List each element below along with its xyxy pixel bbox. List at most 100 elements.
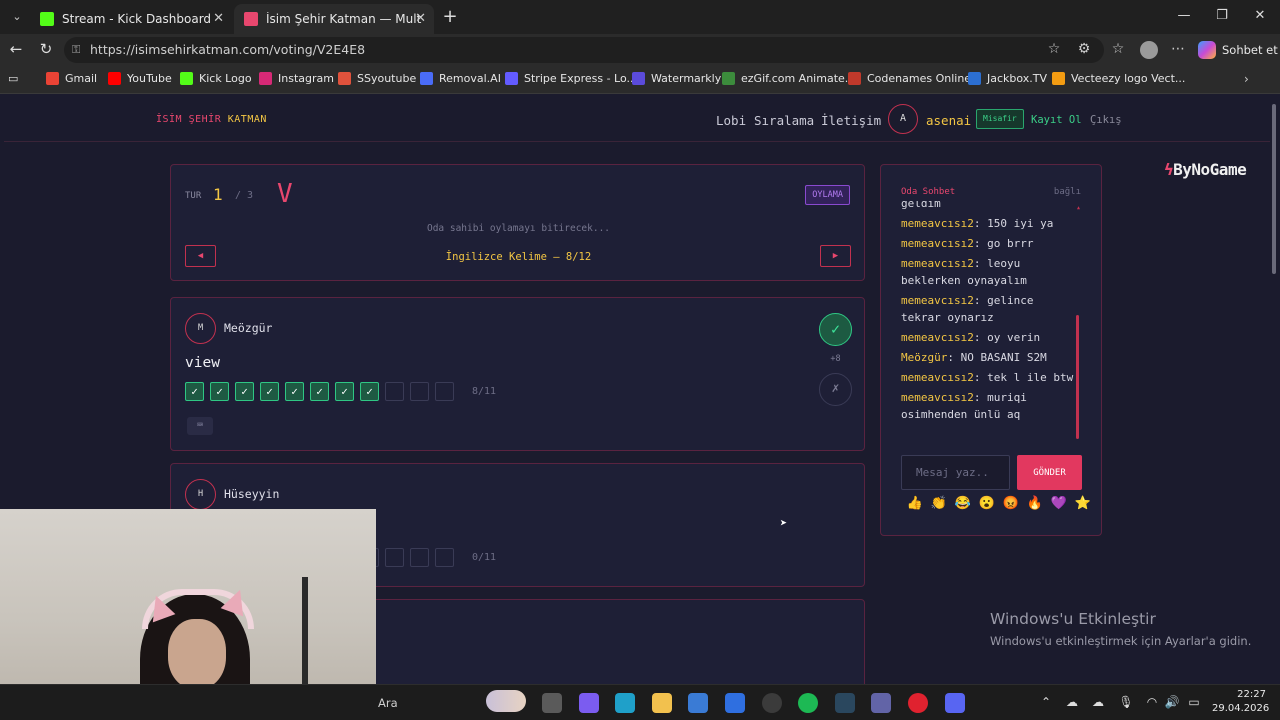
teams-icon[interactable] bbox=[871, 693, 892, 713]
bookmark-instagram[interactable]: Instagram bbox=[259, 72, 334, 85]
copilot-app-icon[interactable] bbox=[578, 693, 599, 713]
register-link[interactable]: Kayıt Ol bbox=[1031, 114, 1082, 126]
bynogame-logo[interactable]: ϟByNoGame bbox=[1164, 160, 1247, 179]
chat-scrollbar[interactable] bbox=[1076, 315, 1079, 439]
address-bar[interactable]: ⚿ https://isimsehirkatman.com/voting/V2E… bbox=[64, 37, 1104, 63]
copilot-button[interactable]: Sohbet et bbox=[1198, 39, 1278, 61]
tab-kick-dashboard[interactable]: Stream - Kick Dashboard ✕ bbox=[30, 4, 232, 34]
volume-icon[interactable]: 🔊 bbox=[1164, 695, 1180, 709]
microphone-icon[interactable]: 🎙 bbox=[1118, 695, 1134, 709]
emoji-reaction-button[interactable]: 😡 bbox=[999, 496, 1023, 511]
close-tab-icon[interactable]: ✕ bbox=[415, 11, 426, 26]
bookmark-ssyoutube[interactable]: SSyoutube bbox=[338, 72, 416, 85]
collections-icon[interactable]: ▭ bbox=[8, 72, 18, 85]
discord-icon[interactable] bbox=[944, 693, 965, 713]
steam-icon[interactable] bbox=[834, 693, 855, 713]
emoji-reaction-button[interactable]: 🔥 bbox=[1023, 496, 1047, 511]
emoji-reaction-button[interactable]: ⭐ bbox=[1071, 496, 1095, 511]
chat-message: memeavcısı2: gelince tekrar oynarız bbox=[901, 294, 1034, 324]
next-category-button[interactable]: ▶ bbox=[820, 245, 851, 267]
minimize-icon[interactable]: — bbox=[1174, 8, 1194, 23]
extensions-icon[interactable]: ⚙ bbox=[1074, 41, 1094, 57]
bookmark-vecteezy[interactable]: Vecteezy logo Vect... bbox=[1052, 72, 1185, 85]
maximize-icon[interactable]: ❐ bbox=[1212, 8, 1232, 23]
battery-icon[interactable]: ▭ bbox=[1186, 695, 1202, 709]
back-icon[interactable]: ← bbox=[6, 40, 26, 58]
chat-message: geldim bbox=[901, 201, 1079, 212]
close-window-icon[interactable]: ✕ bbox=[1250, 8, 1270, 23]
bookmark-removal-ai[interactable]: Removal.AI bbox=[420, 72, 501, 85]
mail-icon[interactable] bbox=[725, 693, 745, 713]
opera-icon[interactable] bbox=[908, 693, 928, 713]
favorites-icon[interactable]: ☆ bbox=[1108, 41, 1128, 57]
vote-check-icon: ✓ bbox=[185, 382, 204, 401]
bookmark-stripe-express[interactable]: Stripe Express - Lo... bbox=[505, 72, 637, 85]
site-info-icon[interactable]: ⚿ bbox=[72, 37, 80, 63]
logout-link[interactable]: Çıkış bbox=[1090, 114, 1122, 126]
store-icon[interactable] bbox=[688, 693, 709, 713]
approve-button[interactable]: ✓ bbox=[819, 313, 852, 346]
gmail-icon bbox=[46, 72, 59, 85]
favorite-star-icon[interactable]: ☆ bbox=[1044, 41, 1064, 57]
room-chat: Oda Sohbet bağlı ▲ geldim memeavcısı2: 15… bbox=[880, 164, 1102, 536]
user-avatar[interactable]: A bbox=[888, 104, 918, 134]
new-tab-icon[interactable]: + bbox=[440, 6, 460, 27]
removal-ai-icon bbox=[420, 72, 433, 85]
page-scrollbar[interactable] bbox=[1272, 104, 1276, 274]
bookmark-codenames[interactable]: Codenames Online bbox=[848, 72, 971, 85]
site-header: İSİM ŞEHİR KATMAN Lobi Sıralama İletişim… bbox=[4, 96, 1270, 142]
emoji-reaction-button[interactable]: 👍 bbox=[903, 496, 927, 511]
onedrive-icon[interactable]: ☁ bbox=[1064, 695, 1080, 709]
activation-subtitle: Windows'u etkinleştirmek için Ayarlar'a … bbox=[990, 634, 1252, 648]
spotify-icon[interactable] bbox=[798, 693, 819, 713]
bookmark-ezgif[interactable]: ezGif.com Animate... bbox=[722, 72, 855, 85]
chat-input[interactable] bbox=[901, 455, 1010, 490]
browser-nav-bar: ← ↻ ⚿ https://isimsehirkatman.com/voting… bbox=[0, 34, 1280, 66]
chat-message: memeavcısı2: go brrr bbox=[901, 237, 1034, 250]
vote-check-icon: ✓ bbox=[285, 382, 304, 401]
more-menu-icon[interactable]: ⋯ bbox=[1168, 41, 1188, 57]
host-message: Oda sahibi oylamayı bitirecek... bbox=[426, 223, 611, 234]
answer-score: +8 bbox=[830, 354, 841, 364]
emoji-reaction-button[interactable]: 😮 bbox=[975, 496, 999, 511]
reject-button[interactable]: ✗ bbox=[819, 373, 852, 406]
chat-message: Meözgür: NO BASANI S2M bbox=[901, 351, 1047, 364]
obs-icon[interactable] bbox=[761, 693, 782, 713]
profile-avatar[interactable] bbox=[1140, 41, 1158, 59]
file-explorer-icon[interactable] bbox=[651, 693, 672, 713]
task-view-icon[interactable] bbox=[542, 693, 562, 713]
taskbar-clock[interactable]: 22:27 29.04.2026 bbox=[1212, 688, 1269, 716]
close-tab-icon[interactable]: ✕ bbox=[213, 11, 224, 26]
bookmark-label: Vecteezy logo Vect... bbox=[1071, 72, 1186, 85]
send-button[interactable]: GÖNDER bbox=[1017, 455, 1082, 490]
show-hidden-icons-icon[interactable]: ⌃ bbox=[1038, 695, 1054, 709]
nav-contact[interactable]: İletişim bbox=[821, 113, 881, 128]
nav-ranking[interactable]: Sıralama bbox=[754, 113, 814, 128]
kick-icon bbox=[180, 72, 193, 85]
chat-text: tek l ile btw bbox=[987, 371, 1074, 384]
tab-isim-sehir-katman[interactable]: İsim Şehir Katman — Multiplayer K ✕ bbox=[234, 4, 434, 34]
tab-actions-menu-icon[interactable]: ⌄ bbox=[6, 7, 28, 27]
bookmark-gmail[interactable]: Gmail bbox=[46, 72, 97, 85]
nav-lobby[interactable]: Lobi bbox=[716, 113, 746, 128]
wifi-icon[interactable]: ◠ bbox=[1144, 695, 1160, 709]
reload-icon[interactable]: ↻ bbox=[36, 40, 56, 58]
cloud-sync-icon[interactable]: ☁ bbox=[1090, 695, 1106, 709]
chat-text: 150 iyi ya bbox=[987, 217, 1054, 230]
ezgif-icon bbox=[722, 72, 735, 85]
edge-icon[interactable] bbox=[615, 693, 636, 713]
username[interactable]: asenai bbox=[926, 113, 971, 128]
emoji-reaction-button[interactable]: 💜 bbox=[1047, 496, 1071, 511]
mouse-cursor-icon: ➤ bbox=[780, 516, 788, 530]
bookmark-jackbox[interactable]: Jackbox.TV bbox=[968, 72, 1047, 85]
vecteezy-icon bbox=[1052, 72, 1065, 85]
more-bookmarks-icon[interactable]: › bbox=[1244, 72, 1249, 86]
windows-activation-watermark: Windows'u Etkinleştir Windows'u etkinleş… bbox=[990, 610, 1251, 648]
bookmark-watermarkly[interactable]: Watermarkly bbox=[632, 72, 721, 85]
emoji-reaction-button[interactable]: 👏 bbox=[927, 496, 951, 511]
site-logo[interactable]: İSİM ŞEHİR KATMAN bbox=[156, 114, 267, 125]
bookmark-kick-logo[interactable]: Kick Logo bbox=[180, 72, 252, 85]
guest-badge: Misafir bbox=[976, 109, 1024, 129]
bookmark-youtube[interactable]: YouTube bbox=[108, 72, 172, 85]
emoji-reaction-button[interactable]: 😂 bbox=[951, 496, 975, 511]
